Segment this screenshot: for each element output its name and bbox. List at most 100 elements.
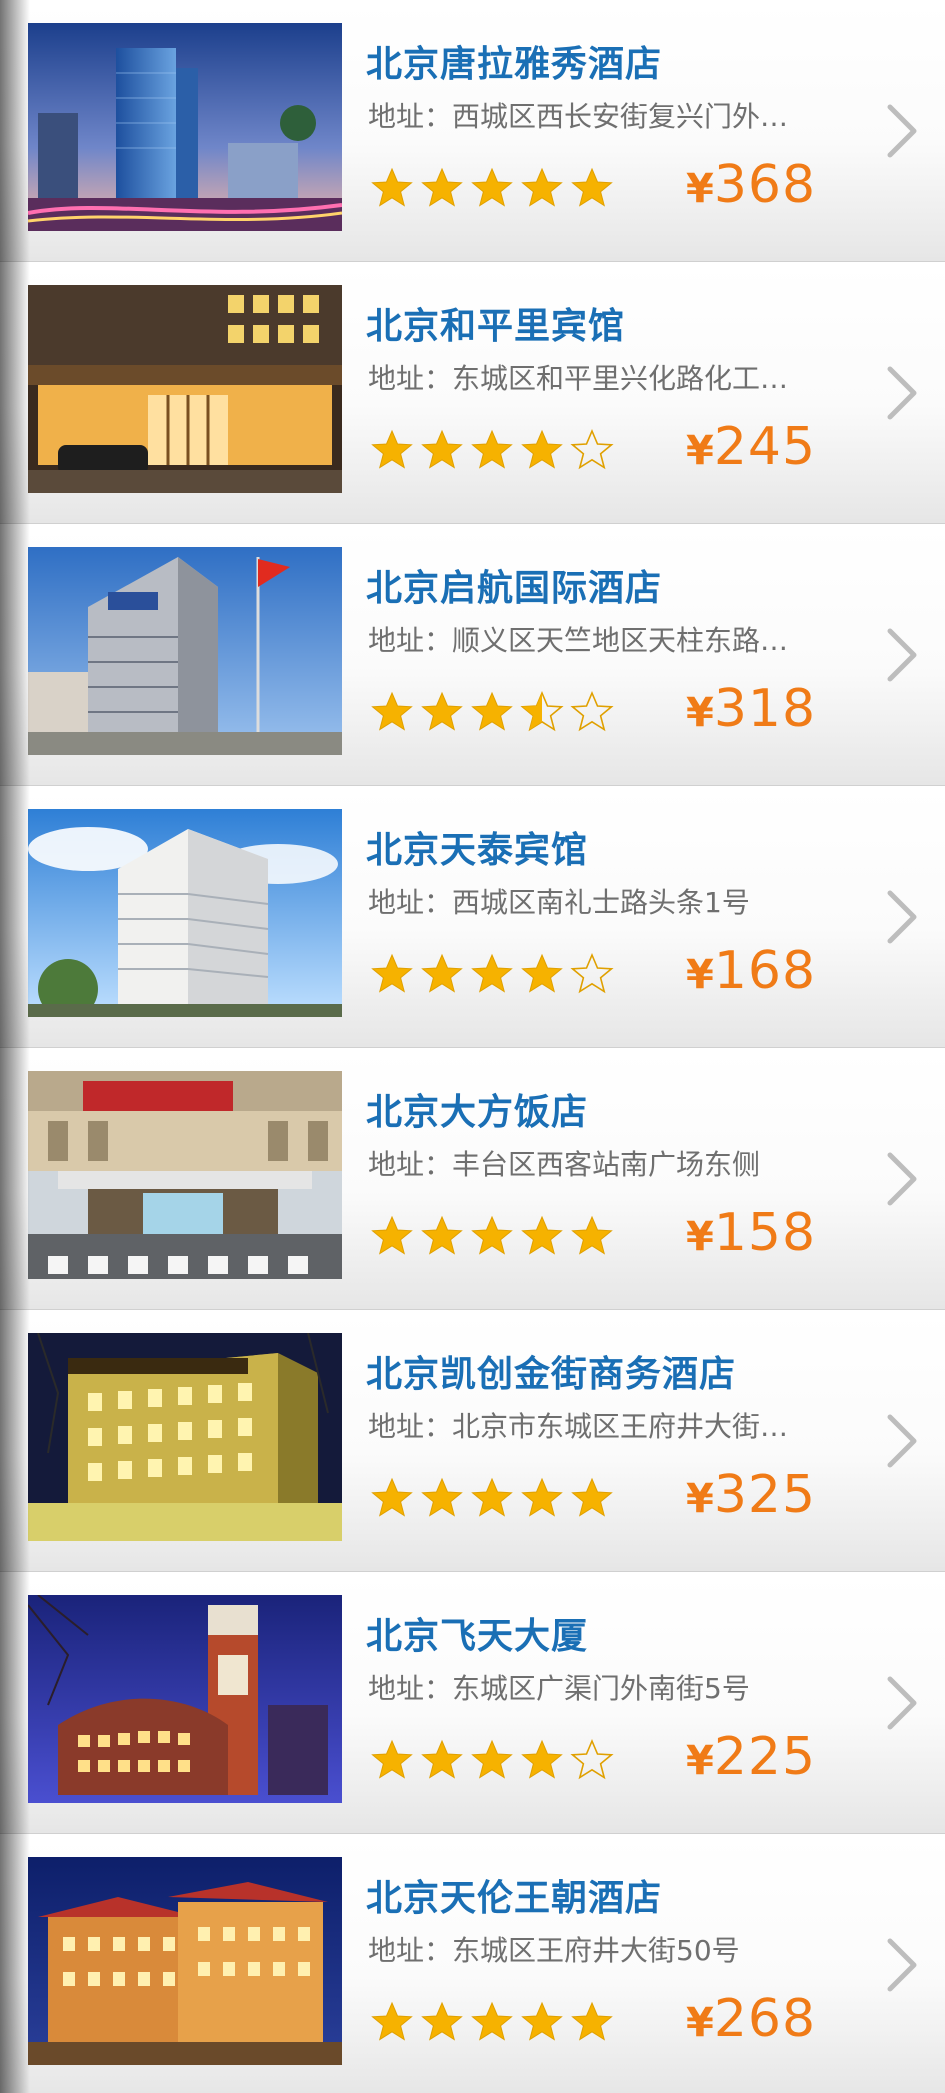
star-rating bbox=[370, 425, 614, 475]
photo-grey-building-flag bbox=[28, 547, 342, 755]
hotel-list-item[interactable]: 北京飞天大厦地址：东城区广渠门外南街5号 ¥225 bbox=[0, 1572, 945, 1834]
hotel-photo bbox=[28, 1333, 342, 1541]
chevron-right-icon[interactable] bbox=[882, 887, 922, 947]
star-full-icon bbox=[571, 167, 613, 207]
hotel-photo bbox=[28, 23, 342, 231]
star-full-icon bbox=[371, 691, 413, 731]
star-full-icon bbox=[421, 953, 463, 993]
star-full-icon bbox=[471, 1739, 513, 1779]
star-full-icon bbox=[471, 429, 513, 469]
hotel-list[interactable]: 北京唐拉雅秀酒店 地址：西城区西长安街复兴门外… ¥368 北京和平里宾馆地址：东城… bbox=[0, 0, 945, 2093]
star-rating bbox=[370, 1211, 614, 1261]
hotel-price: ¥268 bbox=[686, 1989, 816, 2049]
hotel-name: 北京大方饭店 bbox=[366, 1092, 589, 1133]
price-value: 245 bbox=[713, 417, 817, 477]
star-full-icon bbox=[421, 1477, 463, 1517]
currency-symbol: ¥ bbox=[686, 2000, 714, 2046]
chevron-right-icon[interactable] bbox=[882, 363, 922, 423]
hotel-price: ¥368 bbox=[686, 155, 816, 215]
star-full-icon bbox=[371, 1477, 413, 1517]
hotel-photo bbox=[28, 547, 342, 755]
star-full-icon bbox=[421, 2001, 463, 2041]
hotel-address: 地址：东城区和平里兴化路化工… bbox=[368, 362, 789, 395]
chevron-right-icon[interactable] bbox=[882, 1935, 922, 1995]
star-full-icon bbox=[371, 2001, 413, 2041]
currency-symbol: ¥ bbox=[686, 428, 714, 474]
star-rating bbox=[370, 163, 614, 213]
hotel-address: 地址：北京市东城区王府井大街… bbox=[368, 1410, 789, 1443]
currency-symbol: ¥ bbox=[686, 952, 714, 998]
currency-symbol: ¥ bbox=[686, 1476, 714, 1522]
star-full-icon bbox=[371, 1739, 413, 1779]
currency-symbol: ¥ bbox=[686, 690, 714, 736]
star-full-icon bbox=[521, 1477, 563, 1517]
hotel-name: 北京启航国际酒店 bbox=[366, 568, 663, 609]
hotel-name: 北京凯创金街商务酒店 bbox=[366, 1354, 737, 1395]
star-full-icon bbox=[471, 1215, 513, 1255]
star-full-icon bbox=[521, 953, 563, 993]
hotel-price: ¥325 bbox=[686, 1465, 816, 1525]
chevron-right-icon[interactable] bbox=[882, 1149, 922, 1209]
star-half-icon bbox=[520, 690, 564, 732]
hotel-name: 北京天伦王朝酒店 bbox=[366, 1878, 663, 1919]
hotel-name: 北京和平里宾馆 bbox=[366, 306, 626, 347]
photo-hotel-portico bbox=[28, 1071, 342, 1279]
hotel-price: ¥168 bbox=[686, 941, 816, 1001]
hotel-address: 地址：西城区南礼士路头条1号 bbox=[368, 886, 750, 919]
price-value: 268 bbox=[713, 1989, 817, 2049]
hotel-name: 北京飞天大厦 bbox=[366, 1616, 589, 1657]
star-full-icon bbox=[571, 1477, 613, 1517]
star-full-icon bbox=[521, 1739, 563, 1779]
price-value: 225 bbox=[713, 1727, 817, 1787]
star-full-icon bbox=[371, 1215, 413, 1255]
hotel-address: 地址：东城区广渠门外南街5号 bbox=[368, 1672, 750, 1705]
chevron-right-icon[interactable] bbox=[882, 1411, 922, 1471]
chevron-right-icon[interactable] bbox=[882, 1673, 922, 1733]
hotel-name: 北京天泰宾馆 bbox=[366, 830, 589, 871]
hotel-list-item[interactable]: 北京和平里宾馆地址：东城区和平里兴化路化工… ¥245 bbox=[0, 262, 945, 524]
photo-tower-blue-dusk bbox=[28, 1595, 342, 1803]
currency-symbol: ¥ bbox=[686, 166, 714, 212]
currency-symbol: ¥ bbox=[686, 1214, 714, 1260]
photo-lit-entrance-evening bbox=[28, 285, 342, 493]
chevron-right-icon[interactable] bbox=[882, 625, 922, 685]
hotel-address: 地址：顺义区天竺地区天柱东路… bbox=[368, 624, 789, 657]
hotel-list-item[interactable]: 北京天泰宾馆地址：西城区南礼士路头条1号 ¥168 bbox=[0, 786, 945, 1048]
left-edge-shadow bbox=[0, 0, 30, 2093]
hotel-price: ¥318 bbox=[686, 679, 816, 739]
hotel-photo bbox=[28, 1595, 342, 1803]
star-empty-icon bbox=[570, 428, 614, 470]
hotel-photo bbox=[28, 1857, 342, 2065]
hotel-list-item[interactable]: 北京天伦王朝酒店 地址：东城区王府井大街50号 ¥268 bbox=[0, 1834, 945, 2093]
star-rating bbox=[370, 1997, 614, 2047]
hotel-list-item[interactable]: 北京大方饭店地址：丰台区西客站南广场东侧 ¥158 bbox=[0, 1048, 945, 1310]
hotel-list-screen: 北京唐拉雅秀酒店 地址：西城区西长安街复兴门外… ¥368 北京和平里宾馆地址：东城… bbox=[0, 0, 945, 2093]
star-rating bbox=[370, 949, 614, 999]
star-full-icon bbox=[421, 429, 463, 469]
hotel-list-item[interactable]: 北京启航国际酒店地址：顺义区天竺地区天柱东路… ¥318 bbox=[0, 524, 945, 786]
star-full-icon bbox=[521, 167, 563, 207]
star-full-icon bbox=[371, 953, 413, 993]
star-empty-icon bbox=[570, 952, 614, 994]
star-full-icon bbox=[471, 691, 513, 731]
star-full-icon bbox=[521, 2001, 563, 2041]
hotel-list-item[interactable]: 北京唐拉雅秀酒店 地址：西城区西长安街复兴门外… ¥368 bbox=[0, 0, 945, 262]
star-full-icon bbox=[571, 2001, 613, 2041]
star-full-icon bbox=[571, 1215, 613, 1255]
star-full-icon bbox=[471, 167, 513, 207]
star-full-icon bbox=[421, 1215, 463, 1255]
star-rating bbox=[370, 687, 614, 737]
currency-symbol: ¥ bbox=[686, 1738, 714, 1784]
hotel-list-item[interactable]: 北京凯创金街商务酒店地址：北京市东城区王府井大街… ¥325 bbox=[0, 1310, 945, 1572]
star-full-icon bbox=[371, 429, 413, 469]
price-value: 168 bbox=[713, 941, 817, 1001]
photo-glass-tower-night bbox=[28, 23, 342, 231]
hotel-photo bbox=[28, 1071, 342, 1279]
photo-gold-lit-building-night bbox=[28, 1333, 342, 1541]
chevron-right-icon[interactable] bbox=[882, 101, 922, 161]
star-full-icon bbox=[471, 2001, 513, 2041]
star-full-icon bbox=[421, 691, 463, 731]
hotel-address: 地址：丰台区西客站南广场东侧 bbox=[368, 1148, 761, 1181]
hotel-price: ¥158 bbox=[686, 1203, 816, 1263]
hotel-photo bbox=[28, 285, 342, 493]
